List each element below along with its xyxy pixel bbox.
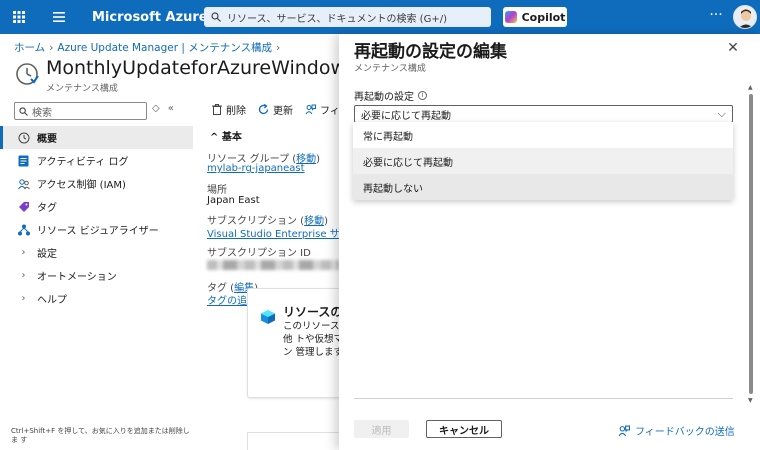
- sidebar-item-tags[interactable]: タグ: [0, 195, 193, 218]
- cube-icon: [261, 310, 275, 324]
- delete-label: 削除: [226, 106, 246, 117]
- sidebar-item-label: 設定: [37, 249, 57, 260]
- location-value: Japan East: [207, 195, 260, 206]
- sidebar-search-input[interactable]: 検索: [14, 102, 147, 120]
- option-never-reboot[interactable]: 再起動しない: [353, 174, 733, 200]
- close-icon[interactable]: ✕: [725, 40, 741, 56]
- avatar[interactable]: [733, 5, 757, 29]
- feedback-icon: [305, 104, 316, 115]
- sidebar-item-label: 概要: [37, 134, 57, 145]
- chevron-down-icon: ⌵: [717, 107, 726, 120]
- sidebar-item-label: アクティビティ ログ: [37, 157, 129, 168]
- refresh-label: 更新: [273, 106, 293, 117]
- clock-icon: [17, 131, 30, 144]
- breadcrumb: ホーム › Azure Update Manager | メンテナンス構成 ›: [14, 40, 284, 55]
- sidebar-item-help[interactable]: › ヘルプ: [0, 287, 193, 310]
- subscription-id-label: サブスクリプション ID: [207, 248, 311, 259]
- location-label: 場所: [207, 185, 227, 196]
- chevron-right-icon: ›: [276, 42, 281, 54]
- chevron-right-icon: ›: [21, 270, 26, 281]
- chevron-right-icon: ›: [21, 247, 26, 258]
- footer-divider: [354, 398, 733, 399]
- panel-scrollbar[interactable]: ▲ ▼: [748, 84, 753, 404]
- copilot-icon: [504, 11, 517, 23]
- page-title: MonthlyUpdateforAzureWindowsVM: [46, 57, 386, 79]
- trash-icon: [212, 104, 222, 115]
- brand-title[interactable]: Microsoft Azure: [92, 10, 208, 25]
- sidebar-nav: 概要 アクティビティ ログ アクセス制御 (IAM) タグ リソース ビジュアラ…: [0, 126, 193, 310]
- sidebar-item-automation[interactable]: › オートメーション: [0, 264, 193, 287]
- dropdown-selected-value: 必要に応じて再起動: [361, 110, 451, 122]
- tag-icon: [17, 200, 30, 213]
- copilot-label: Copilot: [521, 10, 566, 24]
- search-icon: [211, 12, 221, 22]
- essentials-title: 基本: [221, 132, 242, 143]
- global-search-input[interactable]: リソース、サービス、ドキュメントの検索 (G+/): [204, 7, 491, 27]
- visualizer-icon: [17, 223, 30, 236]
- info-icon[interactable]: i: [418, 91, 427, 100]
- refresh-button[interactable]: 更新: [258, 102, 293, 117]
- essentials-header[interactable]: ^ 基本: [210, 128, 242, 143]
- send-feedback-link[interactable]: フィードバックの送信: [618, 423, 735, 438]
- refresh-icon: [258, 104, 269, 115]
- hamburger-menu-icon[interactable]: [46, 4, 72, 30]
- sidebar-item-label: オートメーション: [37, 272, 117, 283]
- search-icon: [19, 106, 28, 116]
- sidebar-item-label: タグ: [37, 203, 57, 214]
- sidebar-item-label: リソース ビジュアライザー: [37, 226, 159, 237]
- portal-menu-icon[interactable]: [6, 4, 32, 30]
- search-placeholder: リソース、サービス、ドキュメントの検索 (G+/): [227, 13, 447, 25]
- scroll-down-icon[interactable]: ▼: [748, 397, 753, 404]
- resource-management-card[interactable]: リソースの管 このリソースと他 トや仮想マシン 管理します。: [247, 288, 354, 398]
- collapse-sidebar-icon[interactable]: «: [168, 103, 182, 114]
- delete-button[interactable]: 削除: [212, 102, 246, 117]
- subscription-id-value-redacted: [207, 260, 339, 270]
- cancel-button[interactable]: キャンセル: [426, 420, 502, 438]
- sidebar-hint: Ctrl+Shift+F を押して、お気に入りを追加または削除しま す: [11, 427, 190, 444]
- top-bar: Microsoft Azure リソース、サービス、ドキュメントの検索 (G+/…: [0, 0, 760, 34]
- chevron-right-icon: ›: [49, 42, 54, 54]
- sidebar-item-iam[interactable]: アクセス制御 (IAM): [0, 172, 193, 195]
- chevron-right-icon: ›: [21, 293, 26, 304]
- panel-title: 再起動の設定の編集: [354, 42, 507, 62]
- send-feedback-label: フィードバックの送信: [635, 427, 735, 438]
- people-icon: [17, 177, 30, 190]
- sidebar-item-activity-log[interactable]: アクティビティ ログ: [0, 149, 193, 172]
- sidebar-item-label: アクセス制御 (IAM): [37, 180, 126, 191]
- page-subtitle: メンテナンス構成: [46, 84, 118, 94]
- expand-icon[interactable]: ◇: [152, 103, 168, 114]
- breadcrumb-home[interactable]: ホーム: [14, 42, 45, 54]
- reboot-options-listbox: 常に再起動 必要に応じて再起動 再起動しない: [353, 122, 733, 200]
- breadcrumb-parent[interactable]: Azure Update Manager | メンテナンス構成: [57, 42, 272, 54]
- option-reboot-if-required[interactable]: 必要に応じて再起動: [353, 148, 733, 174]
- subscription-value[interactable]: Visual Studio Enterprise サブス: [207, 225, 360, 240]
- panel-subtitle: メンテナンス構成: [354, 64, 426, 74]
- reboot-setting-label: 再起動の設定 i: [354, 88, 427, 103]
- resource-group-link[interactable]: mylab-rg-japaneast: [207, 163, 305, 174]
- scroll-up-icon[interactable]: ▲: [748, 84, 753, 91]
- subscription-link[interactable]: Visual Studio Enterprise サブス: [207, 229, 360, 240]
- second-card: [247, 432, 347, 450]
- sidebar-item-label: ヘルプ: [37, 295, 67, 306]
- clock-icon: [15, 62, 39, 86]
- more-options-icon[interactable]: ···: [706, 6, 726, 28]
- sidebar-search-placeholder: 検索: [32, 107, 52, 119]
- apply-button[interactable]: 適用: [354, 420, 409, 438]
- scrollbar-thumb[interactable]: [749, 94, 753, 394]
- sidebar-tools: ◇«: [152, 103, 182, 114]
- sidebar-item-settings[interactable]: › 設定: [0, 241, 193, 264]
- edit-reboot-panel: 再起動の設定の編集 メンテナンス構成 ✕ 再起動の設定 i 必要に応じて再起動 …: [339, 34, 760, 450]
- sidebar-item-overview[interactable]: 概要: [0, 126, 193, 149]
- reboot-setting-dropdown[interactable]: 必要に応じて再起動 ⌵: [354, 105, 733, 123]
- reboot-setting-label-text: 再起動の設定: [354, 92, 414, 103]
- feedback-icon: [618, 425, 630, 436]
- log-icon: [17, 154, 30, 167]
- sidebar-item-resource-visualizer[interactable]: リソース ビジュアライザー: [0, 218, 193, 241]
- resource-group-value[interactable]: mylab-rg-japaneast: [207, 163, 305, 174]
- option-always-reboot[interactable]: 常に再起動: [353, 122, 733, 148]
- copilot-button[interactable]: Copilot: [503, 7, 567, 27]
